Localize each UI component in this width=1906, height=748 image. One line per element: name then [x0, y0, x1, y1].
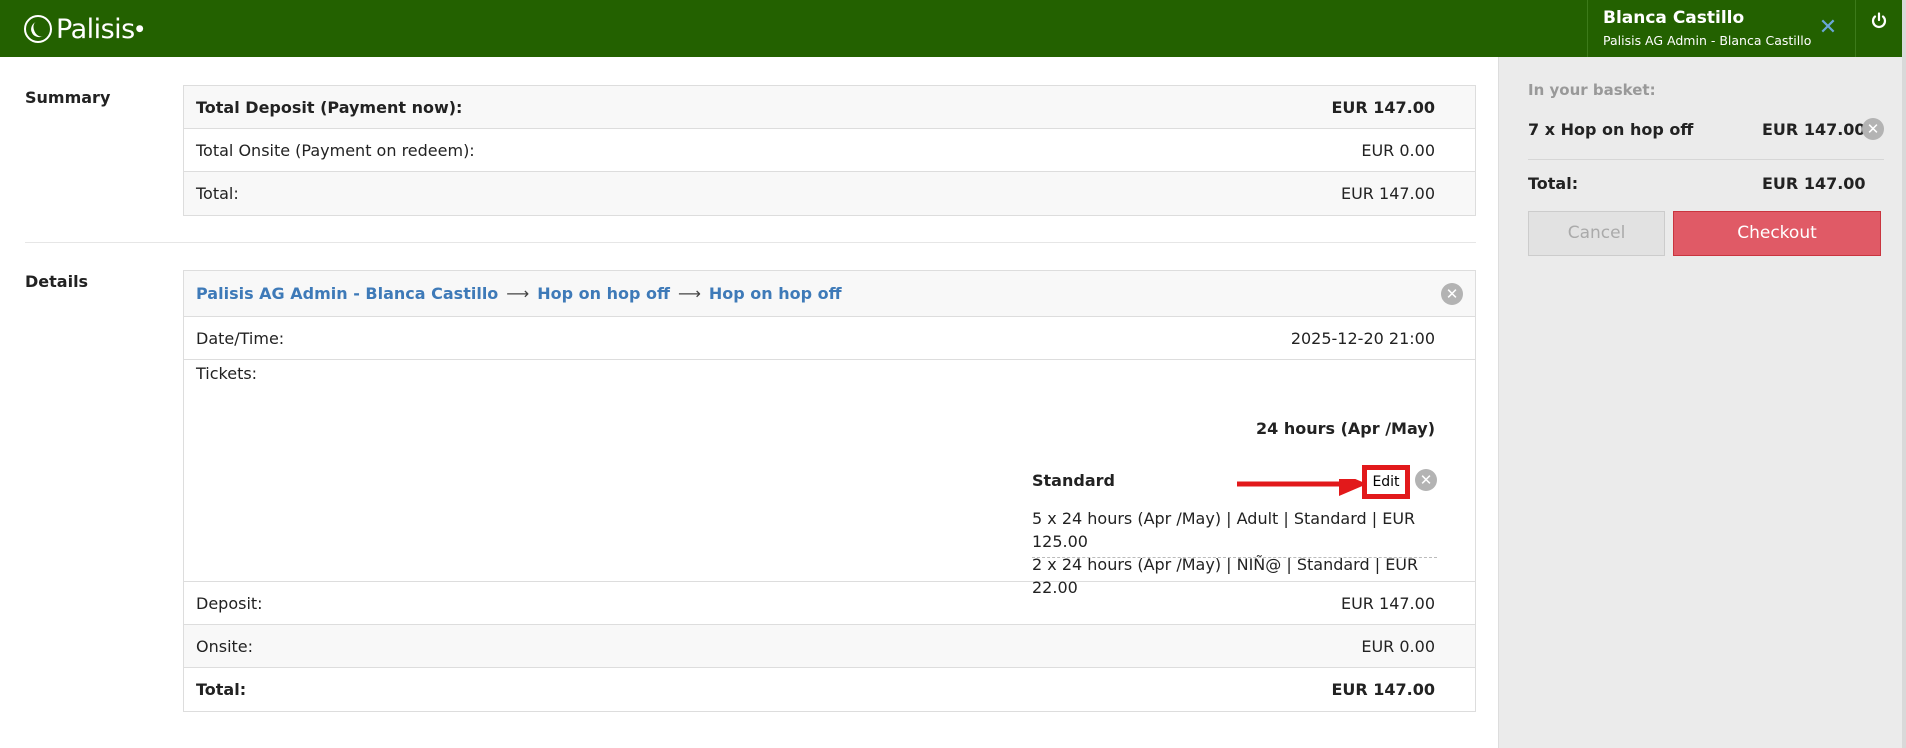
basket-sidebar: In your basket: 7 x Hop on hop off EUR 1… — [1498, 57, 1902, 748]
breadcrumb-item-product[interactable]: Hop on hop off — [537, 284, 670, 303]
dashed-divider — [1032, 557, 1437, 558]
summary-onsite-value: EUR 0.00 — [1361, 140, 1435, 160]
summary-row-deposit: Total Deposit (Payment now): EUR 147.00 — [184, 86, 1475, 129]
palisis-logo-icon — [24, 15, 52, 43]
datetime-row: Date/Time: 2025-12-20 21:00 — [184, 317, 1475, 360]
ticket-category-name: Standard — [1032, 471, 1115, 490]
details-total-value: EUR 147.00 — [1331, 680, 1435, 699]
line-item: 2 x 24 hours (Apr /May) | NIÑ@ | Standar… — [1032, 555, 1419, 597]
basket-item: 7 x Hop on hop off EUR 147.00 ✕ — [1528, 118, 1884, 140]
details-breadcrumb: Palisis AG Admin - Blanca Castillo ⟶ Hop… — [184, 271, 1475, 317]
edit-button[interactable]: Edit — [1362, 465, 1410, 499]
logo-text: Palisis — [56, 13, 135, 45]
summary-row-total: Total: EUR 147.00 — [184, 172, 1475, 215]
basket-total-label: Total: — [1528, 174, 1579, 193]
tickets-label: Tickets: — [196, 364, 258, 383]
summary-row-onsite: Total Onsite (Payment on redeem): EUR 0.… — [184, 129, 1475, 172]
details-total-label: Total: — [196, 680, 247, 699]
basket-item-price: EUR 147.00 — [1762, 120, 1866, 139]
logo[interactable]: Palisis ● — [24, 13, 144, 45]
remove-booking-icon[interactable]: ✕ — [1441, 283, 1463, 305]
ticket-category-row: Standard Edit ✕ — [1032, 465, 1437, 499]
summary-onsite-label: Total Onsite (Payment on redeem): — [196, 140, 475, 160]
details-label: Details — [25, 272, 89, 291]
summary-deposit-value: EUR 147.00 — [1331, 97, 1435, 117]
cancel-button[interactable]: Cancel — [1528, 211, 1665, 256]
checkout-button[interactable]: Checkout — [1673, 211, 1881, 256]
breadcrumb-arrow-icon: ⟶ — [677, 284, 701, 303]
onsite-row: Onsite: EUR 0.00 — [184, 625, 1475, 668]
sidebar-divider — [1528, 159, 1884, 160]
breadcrumb-item-option[interactable]: Hop on hop off — [709, 284, 842, 303]
top-bar: Palisis ● Blanca Castillo Palisis AG Admi… — [0, 0, 1906, 57]
line-item: 5 x 24 hours (Apr /May) | Adult | Standa… — [1032, 509, 1416, 551]
tools-icon[interactable]: ✕ — [1817, 17, 1839, 39]
summary-total-label: Total: — [196, 184, 239, 203]
main-content: Summary Total Deposit (Payment now): EUR… — [0, 57, 1498, 748]
datetime-value: 2025-12-20 21:00 — [1290, 328, 1435, 348]
ticket-title: 24 hours (Apr /May) — [1255, 419, 1435, 438]
logo-registered-mark: ● — [135, 24, 144, 34]
summary-panel: Total Deposit (Payment now): EUR 147.00 … — [183, 85, 1476, 216]
user-box[interactable]: Blanca Castillo Palisis AG Admin - Blanc… — [1587, 0, 1855, 57]
details-total-row: Total: EUR 147.00 — [184, 668, 1475, 711]
summary-deposit-label: Total Deposit (Payment now): — [196, 97, 463, 117]
basket-item-label: 7 x Hop on hop off — [1528, 120, 1694, 139]
power-button[interactable] — [1855, 0, 1902, 57]
tickets-section: Tickets: 24 hours (Apr /May) Standard Ed… — [184, 360, 1475, 597]
scrollbar[interactable] — [1902, 0, 1906, 748]
basket-label: In your basket: — [1528, 81, 1656, 99]
red-arrow-annotation — [1237, 479, 1367, 496]
deposit-label: Deposit: — [196, 593, 263, 613]
ticket-line-items: 5 x 24 hours (Apr /May) | Adult | Standa… — [1032, 507, 1437, 599]
power-icon — [1871, 12, 1887, 28]
onsite-value: EUR 0.00 — [1361, 636, 1435, 656]
summary-total-value: EUR 147.00 — [1340, 184, 1435, 203]
breadcrumb-arrow-icon: ⟶ — [506, 284, 530, 303]
remove-basket-item-icon[interactable]: ✕ — [1862, 118, 1884, 140]
section-divider — [25, 242, 1476, 243]
remove-ticket-icon[interactable]: ✕ — [1415, 469, 1437, 491]
onsite-label: Onsite: — [196, 636, 254, 656]
summary-label: Summary — [25, 88, 111, 107]
basket-total-value: EUR 147.00 — [1762, 174, 1866, 193]
breadcrumb-item-account[interactable]: Palisis AG Admin - Blanca Castillo — [196, 284, 498, 303]
datetime-label: Date/Time: — [196, 328, 285, 348]
